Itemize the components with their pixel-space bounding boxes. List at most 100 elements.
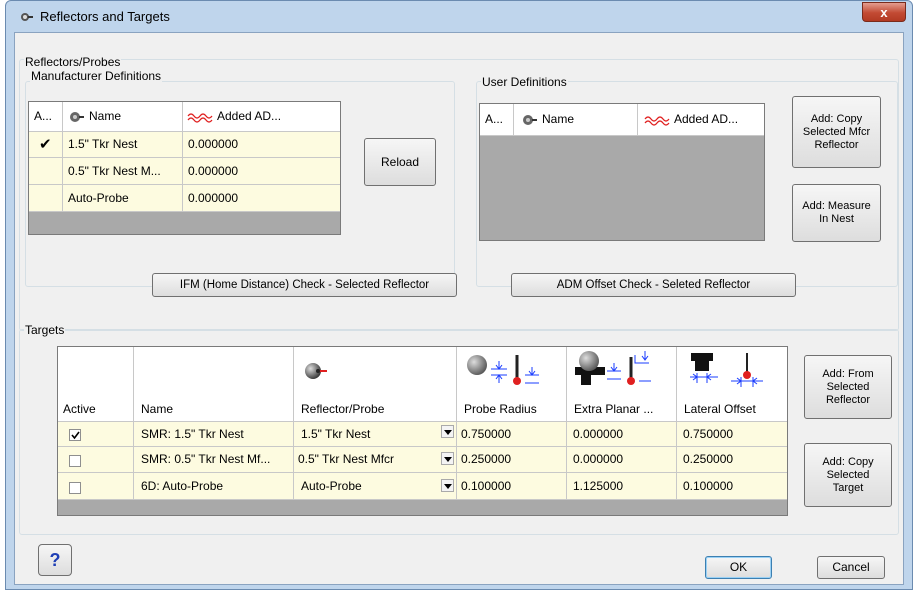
extra-planar-icon <box>575 351 651 385</box>
add-measure-line1: Add: Measure <box>802 200 871 212</box>
tgt-row-3-extra[interactable]: 1.125000 <box>567 473 677 500</box>
tgt-col-extra-text: Extra Planar ... <box>574 402 654 416</box>
tgt-row-3-name[interactable]: 6D: Auto-Probe <box>134 473 294 500</box>
user-col-added-text: Added AD... <box>674 112 739 126</box>
targets-grid-empty-area <box>58 500 787 515</box>
tgt-row-2-active[interactable] <box>58 447 134 473</box>
tgt-row-1-reflector-value: 1.5" Tkr Nest <box>301 427 371 441</box>
close-button[interactable]: x <box>862 2 906 22</box>
reflector-ball-icon <box>523 114 537 125</box>
tgt-row-1-extra[interactable]: 0.000000 <box>567 422 677 447</box>
adm-offset-check-button[interactable]: ADM Offset Check - Seleted Reflector <box>511 273 796 297</box>
wave-icon <box>644 116 670 126</box>
tgt-row-2-reflector-value: 0.5" Tkr Nest Mfcr <box>298 452 395 466</box>
tgt-row-2-checkbox[interactable] <box>69 454 81 467</box>
tgt-row-1-active[interactable] <box>58 422 134 447</box>
add-from-selected-reflector-button[interactable]: Add: From Selected Reflector <box>804 355 892 419</box>
tgt-row-1-radius[interactable]: 0.750000 <box>457 422 567 447</box>
mfr-row-3-active[interactable] <box>29 185 63 212</box>
tgt-col-radius-text: Probe Radius <box>464 402 537 416</box>
wave-icon <box>187 113 213 123</box>
add-copy-mfcr-line3: Reflector <box>814 138 859 151</box>
tgt-col-extra[interactable]: Extra Planar ... <box>567 347 677 422</box>
user-definitions-label: User Definitions <box>481 75 568 89</box>
tgt-row-2-extra[interactable]: 0.000000 <box>567 447 677 473</box>
add-copy-target-line1: Add: Copy <box>822 455 874 468</box>
mfr-col-active[interactable]: A... <box>29 102 63 132</box>
tgt-row-3-reflector[interactable]: Auto-Probe <box>294 473 457 500</box>
tgt-row-1-checkbox[interactable] <box>69 428 81 441</box>
reflectors-group-label: Reflectors/Probes <box>24 55 122 69</box>
dialog-client: Reflectors/Probes Manufacturer Definitio… <box>14 32 904 585</box>
cancel-button[interactable]: Cancel <box>817 556 885 579</box>
window-title: Reflectors and Targets <box>40 9 170 24</box>
tgt-row-2-reflector[interactable]: 0.5" Tkr Nest Mfcr <box>294 447 457 473</box>
title-bar: Reflectors and Targets x <box>6 1 912 33</box>
ok-button[interactable]: OK <box>705 556 772 579</box>
tgt-row-3-active[interactable] <box>58 473 134 500</box>
add-copy-selected-target-button[interactable]: Add: Copy Selected Target <box>804 443 892 507</box>
add-copy-target-line3: Target <box>832 481 864 494</box>
targets-group-label: Targets <box>24 323 66 337</box>
add-from-line2: Selected <box>826 380 870 393</box>
add-from-line3: Reflector <box>825 393 870 406</box>
tgt-col-reflector-text: Reflector/Probe <box>301 402 385 416</box>
mfr-row-3-added[interactable]: 0.000000 <box>183 185 340 212</box>
mfr-col-added[interactable]: Added AD... <box>183 102 340 132</box>
tgt-col-lateral[interactable]: Lateral Offset <box>677 347 787 422</box>
app-icon <box>21 13 33 21</box>
help-icon: ? <box>49 549 61 570</box>
tgt-col-name[interactable]: Name <box>134 347 294 422</box>
user-grid-empty-area <box>480 136 764 240</box>
tgt-row-3-reflector-value: Auto-Probe <box>301 479 362 493</box>
add-copy-target-line2: Selected <box>826 468 870 481</box>
user-col-added[interactable]: Added AD... <box>638 104 764 136</box>
tgt-row-3-lateral[interactable]: 0.100000 <box>677 473 787 500</box>
reflector-ball-icon <box>70 111 84 122</box>
targets-grid[interactable]: Active Name Reflector/Probe Probe Radius… <box>57 346 788 516</box>
tgt-row-3-checkbox[interactable] <box>69 481 81 494</box>
dropdown-arrow-icon[interactable] <box>441 452 454 465</box>
mfr-row-2-name[interactable]: 0.5" Tkr Nest M... <box>63 158 183 185</box>
user-grid[interactable]: A... Name Added AD... <box>479 103 765 241</box>
mfr-grid-empty-area <box>29 212 340 234</box>
tgt-col-reflector[interactable]: Reflector/Probe <box>294 347 457 422</box>
add-from-line1: Add: From <box>822 367 874 380</box>
add-copy-mfcr-line2: Selected Mfcr <box>802 125 871 138</box>
tgt-row-1-lateral[interactable]: 0.750000 <box>677 422 787 447</box>
mfr-row-2-active[interactable] <box>29 158 63 185</box>
add-measure-in-nest-button[interactable]: Add: Measure In Nest <box>792 184 881 242</box>
lateral-offset-icon <box>690 353 763 387</box>
dropdown-arrow-icon[interactable] <box>441 479 454 492</box>
checkmark-icon: ✔ <box>39 136 52 153</box>
ifm-check-button[interactable]: IFM (Home Distance) Check - Selected Ref… <box>152 273 457 297</box>
dialog-window: Reflectors and Targets x Reflectors/Prob… <box>5 0 913 590</box>
tgt-col-active[interactable]: Active <box>58 347 134 422</box>
manufacturer-label: Manufacturer Definitions <box>30 69 163 83</box>
tgt-row-2-lateral[interactable]: 0.250000 <box>677 447 787 473</box>
help-button[interactable]: ? <box>38 544 72 576</box>
tgt-row-1-name[interactable]: SMR: 1.5" Tkr Nest <box>134 422 294 447</box>
user-col-name[interactable]: Name <box>514 104 638 136</box>
checkmark-icon <box>71 431 80 440</box>
user-col-active[interactable]: A... <box>480 104 514 136</box>
mfr-col-added-text: Added AD... <box>217 109 282 123</box>
tgt-col-radius[interactable]: Probe Radius <box>457 347 567 422</box>
tgt-row-3-radius[interactable]: 0.100000 <box>457 473 567 500</box>
mfr-row-2-added[interactable]: 0.000000 <box>183 158 340 185</box>
mfr-row-1-active[interactable]: ✔ <box>29 132 63 158</box>
mfr-row-3-name[interactable]: Auto-Probe <box>63 185 183 212</box>
tgt-row-1-reflector[interactable]: 1.5" Tkr Nest <box>294 422 457 447</box>
user-col-name-text: Name <box>542 112 575 126</box>
manufacturer-grid[interactable]: A... Name Added AD... ✔ 1.5" Tkr Nest 0.… <box>28 101 341 235</box>
dropdown-arrow-icon[interactable] <box>441 425 454 438</box>
probe-radius-icon <box>467 355 539 385</box>
add-measure-line2: In Nest <box>819 213 854 225</box>
mfr-row-1-name[interactable]: 1.5" Tkr Nest <box>63 132 183 158</box>
mfr-row-1-added[interactable]: 0.000000 <box>183 132 340 158</box>
add-copy-mfcr-button[interactable]: Add: Copy Selected Mfcr Reflector <box>792 96 881 168</box>
mfr-col-name[interactable]: Name <box>63 102 183 132</box>
reload-button[interactable]: Reload <box>364 138 436 186</box>
tgt-row-2-radius[interactable]: 0.250000 <box>457 447 567 473</box>
tgt-row-2-name[interactable]: SMR: 0.5" Tkr Nest Mf... <box>134 447 294 473</box>
